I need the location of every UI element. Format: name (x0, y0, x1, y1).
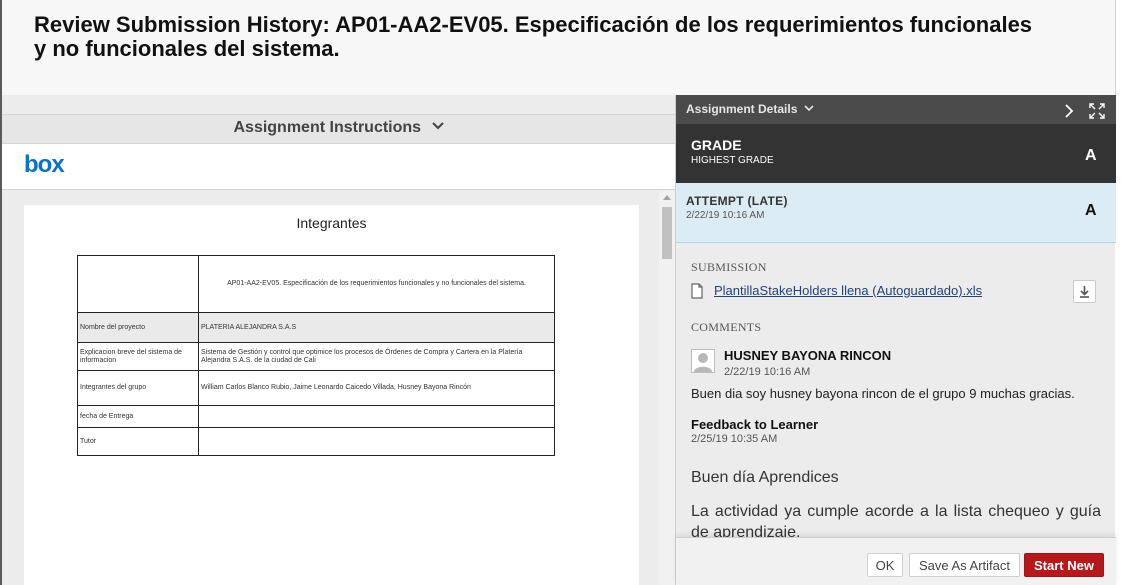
feedback-paragraph: Buen día Aprendices (691, 469, 839, 486)
table-row: fecha de Entrega (77, 405, 555, 428)
start-new-button[interactable]: Start New (1024, 553, 1104, 577)
comments-heading: COMMENTS (691, 320, 762, 334)
document-page: Integrantes AP01-AA2-EV05. Especificació… (24, 205, 639, 585)
members-table: AP01-AA2-EV05. Especificación de los req… (77, 255, 555, 456)
commenter-name: HUSNEY BAYONA RINCON (724, 348, 892, 363)
box-viewer-toolbar: box (2, 144, 675, 190)
viewer-scrollbar[interactable] (659, 191, 675, 585)
table-header-cell: AP01-AA2-EV05. Especificación de los req… (198, 255, 555, 313)
avatar (691, 349, 715, 373)
table-cell (198, 427, 555, 456)
table-row: Tutor (77, 427, 555, 456)
feedback-label: Feedback to Learner (691, 417, 819, 432)
ok-button[interactable]: OK (867, 553, 903, 577)
assignment-instructions-toggle[interactable]: Assignment Instructions (2, 114, 675, 144)
file-icon (691, 283, 703, 299)
table-cell (198, 405, 555, 428)
grade-label: GRADE (691, 137, 742, 153)
comment-date: 2/22/19 10:16 AM (724, 366, 811, 378)
assignment-details-pane: Assignment Details GRADE HIGHEST GRADE A… (675, 95, 1116, 585)
action-footer: OK Save As Artifact Start New (676, 537, 1116, 585)
table-cell: fecha de Entrega (77, 405, 199, 428)
chevron-down-icon (804, 105, 814, 112)
table-cell (77, 255, 199, 313)
title-area: Review Submission History: AP01-AA2-EV05… (0, 0, 1116, 95)
page-title: Review Submission History: AP01-AA2-EV05… (34, 12, 1033, 61)
document-heading: Integrantes (296, 215, 367, 231)
table-cell: Sistema de Gestión y control que optimic… (198, 342, 555, 371)
table-cell: Integrantes del grupo (77, 370, 199, 406)
table-row: Explicacion breve del sistema de informa… (77, 342, 555, 371)
comment-text: Buen dia soy husney bayona rincon de el … (691, 386, 1075, 401)
assignment-details-header: Assignment Details (676, 95, 1116, 124)
table-cell: Nombre del proyecto (77, 312, 199, 343)
overall-grade-band: GRADE HIGHEST GRADE A (676, 124, 1116, 183)
submission-file-link[interactable]: PlantillaStakeHolders llena (Autoguardad… (714, 283, 982, 298)
submission-heading: SUBMISSION (691, 260, 767, 274)
table-cell: William Carlos Blanco Rubio, Jaime Leona… (198, 370, 555, 406)
save-as-artifact-button[interactable]: Save As Artifact (909, 553, 1020, 577)
download-button[interactable] (1073, 280, 1096, 303)
attempt-grade: A (1085, 202, 1097, 219)
box-logo: box (24, 151, 65, 178)
table-cell: PLATERIA ALEJANDRA S.A.S (198, 312, 555, 343)
document-viewer[interactable]: Integrantes AP01-AA2-EV05. Especificació… (2, 191, 675, 585)
assignment-instructions-label: Assignment Instructions (233, 119, 422, 136)
chevron-down-icon (431, 117, 444, 135)
table-row: Nombre del proyecto PLATERIA ALEJANDRA S… (77, 312, 555, 343)
attempt-row[interactable]: ATTEMPT (LATE) 2/22/19 10:16 AM A (676, 183, 1116, 243)
assignment-details-label: Assignment Details (686, 102, 798, 116)
scrollbar-thumb[interactable] (662, 207, 672, 259)
table-row: AP01-AA2-EV05. Especificación de los req… (77, 255, 555, 313)
feedback-date: 2/25/19 10:35 AM (691, 433, 778, 445)
scroll-up-arrow-icon[interactable] (663, 195, 671, 200)
instructions-pane: Assignment Instructions box Integrantes … (0, 95, 675, 585)
collapse-panel-chevron-right-icon[interactable] (1064, 99, 1074, 124)
table-cell: Tutor (77, 427, 199, 456)
grade-value: A (1085, 147, 1097, 164)
app-window: Review Submission History: AP01-AA2-EV05… (0, 0, 1124, 585)
table-row: Integrantes del grupo William Carlos Bla… (77, 370, 555, 406)
attempt-date: 2/22/19 10:16 AM (686, 210, 765, 221)
expand-fullscreen-icon[interactable] (1089, 103, 1105, 119)
table-cell: Explicacion breve del sistema de informa… (77, 342, 199, 371)
grade-sublabel: HIGHEST GRADE (691, 155, 774, 166)
attempt-label: ATTEMPT (LATE) (686, 194, 788, 208)
download-icon (1080, 286, 1089, 298)
assignment-details-toggle[interactable]: Assignment Details (686, 102, 814, 116)
